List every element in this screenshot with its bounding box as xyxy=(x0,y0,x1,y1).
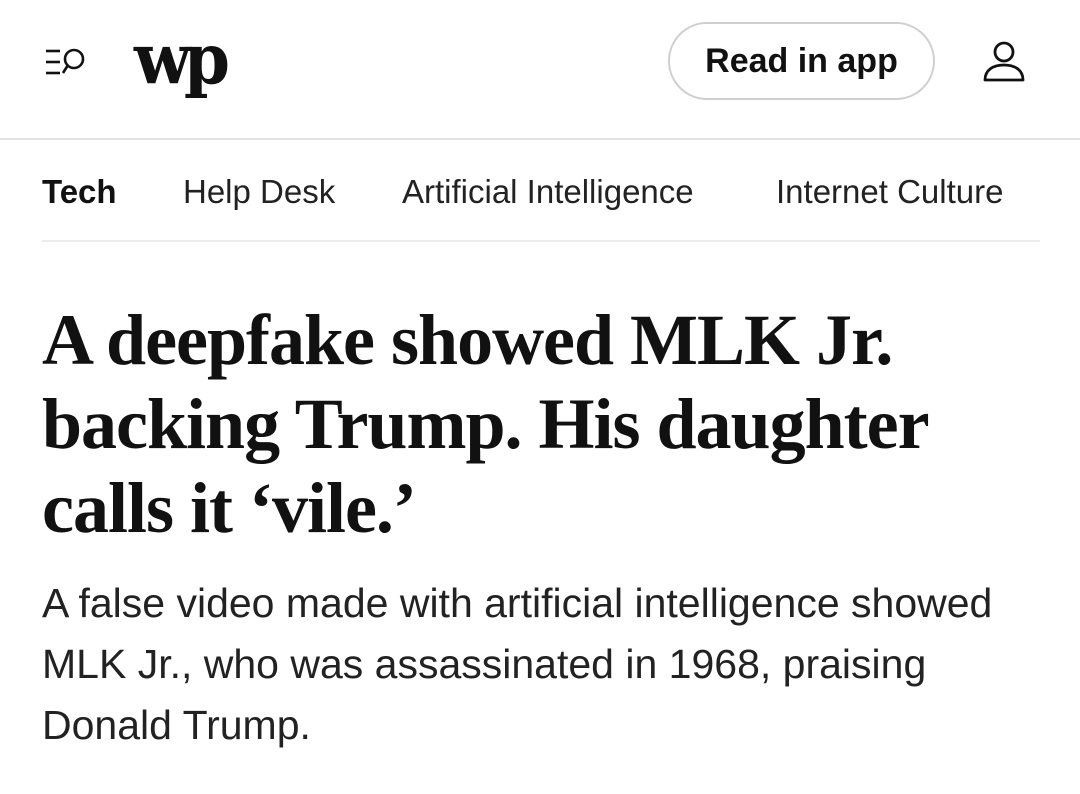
top-bar: wp Read in app xyxy=(0,0,1080,140)
menu-search-icon[interactable] xyxy=(44,44,90,80)
nav-item-internet-culture[interactable]: Internet Culture xyxy=(776,172,1003,212)
nav-item-artificial-intelligence[interactable]: Artificial Intelligence xyxy=(402,172,694,212)
read-in-app-button[interactable]: Read in app xyxy=(668,22,935,100)
user-icon[interactable] xyxy=(982,40,1026,82)
nav-item-tech[interactable]: Tech xyxy=(42,172,117,212)
washington-post-logo[interactable]: wp xyxy=(134,24,230,94)
article-dek: A false video made with artificial intel… xyxy=(42,580,993,748)
section-nav: Tech Help Desk Artificial Intelligence I… xyxy=(42,142,1040,242)
nav-item-help-desk[interactable]: Help Desk xyxy=(183,172,335,212)
article-headline: A deepfake showed MLK Jr. backing Trump.… xyxy=(42,300,928,548)
